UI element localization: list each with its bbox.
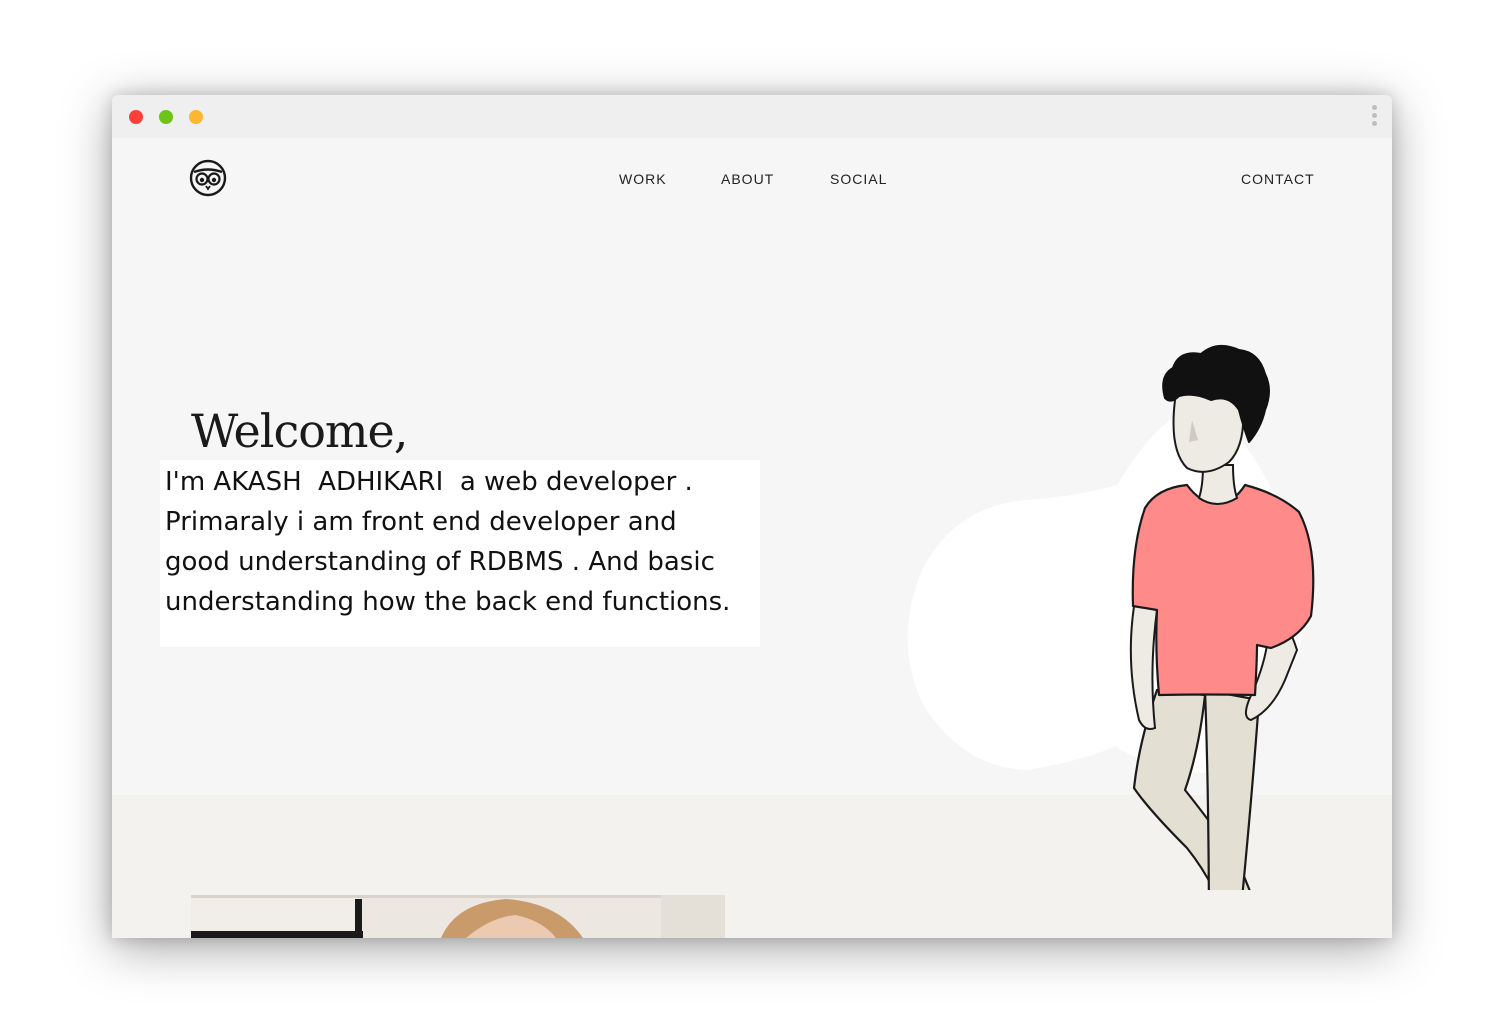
hero-title: Welcome, bbox=[191, 404, 408, 458]
portfolio-photo bbox=[191, 895, 725, 938]
browser-window: WORK ABOUT SOCIAL CONTACT Welcome, I'm A… bbox=[112, 95, 1392, 938]
nav-about[interactable]: ABOUT bbox=[721, 172, 774, 186]
owl-logo-icon[interactable] bbox=[188, 158, 228, 198]
maximize-window-button[interactable] bbox=[189, 110, 203, 124]
standing-man-illustration bbox=[907, 344, 1315, 890]
intro-text: I'm AKASH ADHIKARI a web developer . Pri… bbox=[165, 467, 731, 617]
nav-work[interactable]: WORK bbox=[619, 172, 667, 186]
nav-social[interactable]: SOCIAL bbox=[830, 172, 887, 186]
window-titlebar bbox=[112, 95, 1392, 138]
nav-contact[interactable]: CONTACT bbox=[1241, 172, 1315, 186]
close-window-button[interactable] bbox=[129, 110, 143, 124]
kebab-icon[interactable] bbox=[1368, 105, 1380, 129]
minimize-window-button[interactable] bbox=[159, 110, 173, 124]
intro-box: I'm AKASH ADHIKARI a web developer . Pri… bbox=[160, 460, 760, 647]
